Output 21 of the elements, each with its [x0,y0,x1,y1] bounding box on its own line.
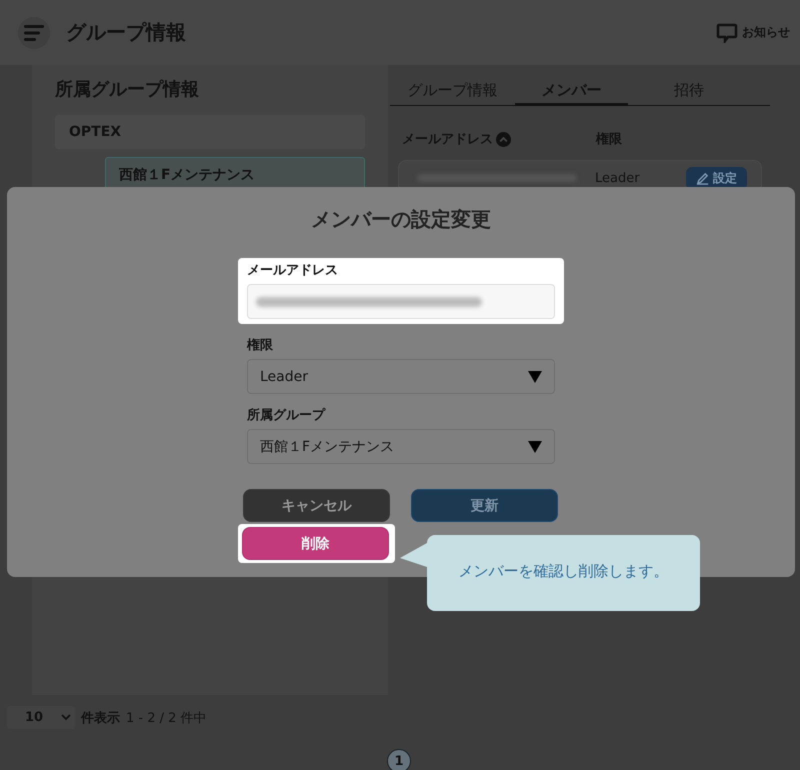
sort-chevron-icon[interactable] [496,132,511,146]
chat-bubble-icon [716,22,738,42]
delete-button[interactable]: 削除 [242,527,389,560]
field-label: 権限 [247,337,274,354]
pencil-icon [696,172,709,184]
dropdown-triangle-icon [528,370,542,382]
settings-button[interactable]: 設定 [686,166,747,190]
callout-text: メンバーを確認し削除します。 [458,562,668,580]
update-button[interactable]: 更新 [411,489,558,522]
chevron-down-icon [61,714,71,721]
select-field[interactable]: Leader [247,359,555,394]
field-label: メールアドレス [247,262,339,279]
menu-icon[interactable] [18,16,50,48]
cancel-button[interactable]: キャンセル [243,489,390,522]
select-field[interactable]: 西館１Fメンテナンス [247,429,555,464]
email-field[interactable] [247,284,555,319]
page-number[interactable]: 1 [387,749,411,770]
dialog-title: メンバーの設定変更 [311,206,491,233]
dropdown-triangle-icon [528,440,542,452]
field-label: 所属グループ [247,406,327,424]
group-item[interactable]: OPTEX [55,115,365,149]
